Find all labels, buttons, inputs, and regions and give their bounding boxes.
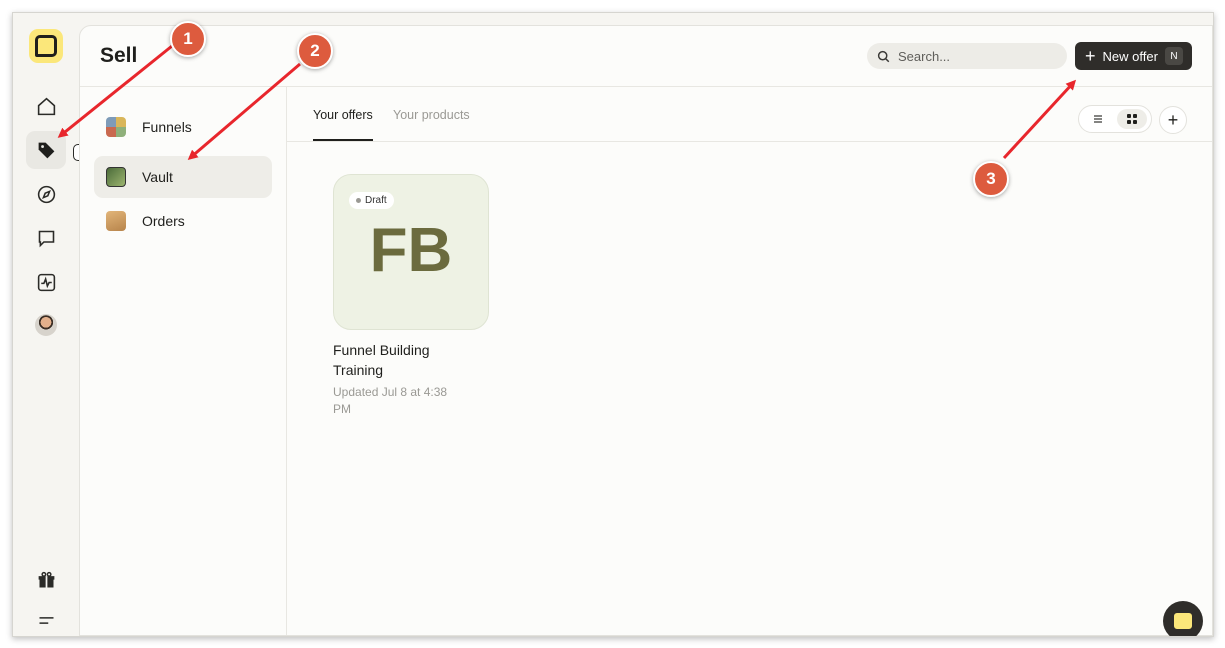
offer-initials: FB (369, 216, 453, 285)
offers-content: Your offers Your products + Draft FB Fun… (286, 86, 1212, 635)
page-title: Sell (100, 44, 138, 67)
messages-button[interactable] (26, 219, 66, 257)
home-button[interactable] (26, 87, 66, 125)
subnav-item-vault[interactable]: Vault (94, 156, 272, 198)
offer-tabs: Your offers Your products + (286, 86, 1212, 142)
app-logo[interactable] (29, 29, 63, 63)
package-icon (106, 211, 126, 231)
app-window: Sell Sell Search... + New offer (12, 12, 1214, 637)
home-icon (37, 97, 55, 115)
avatar[interactable] (35, 314, 57, 336)
tab-your-products[interactable]: Your products (393, 108, 470, 122)
list-view-button[interactable] (1083, 109, 1113, 129)
tab-your-offers[interactable]: Your offers (313, 108, 373, 122)
tag-icon (38, 142, 54, 158)
subnav-label: Funnels (142, 119, 192, 135)
funnels-icon (106, 117, 126, 137)
search-placeholder: Search... (898, 48, 951, 64)
menu-icon (39, 616, 53, 624)
subnav-label: Orders (142, 213, 185, 229)
chat-icon (1172, 611, 1194, 631)
offer-updated: Updated Jul 8 at 4:38 PM (333, 385, 448, 416)
step-marker-2: 2 (297, 33, 333, 69)
status-badge: Draft (349, 192, 394, 209)
left-rail: Sell (13, 13, 104, 636)
offer-thumbnail[interactable]: Draft FB (333, 174, 489, 330)
discover-button[interactable] (26, 175, 66, 213)
new-offer-label: New offer (1102, 48, 1158, 64)
step-marker-1: 1 (170, 21, 206, 57)
offer-card[interactable]: Draft FB Funnel Building Training Update… (333, 174, 493, 418)
activity-icon (37, 273, 55, 291)
chat-icon (38, 230, 54, 247)
menu-button[interactable] (26, 601, 66, 636)
active-tab-indicator (313, 139, 373, 141)
offer-title[interactable]: Funnel Building Training (333, 340, 473, 380)
gift-icon (38, 571, 54, 587)
sell-button[interactable] (26, 131, 66, 169)
search-icon (877, 50, 890, 62)
support-chat-button[interactable] (1163, 601, 1203, 636)
page-header: Sell Search... + New offer N (80, 26, 1212, 87)
search-input[interactable]: Search... (867, 43, 1067, 69)
shortcut-key: N (1165, 47, 1183, 65)
step-marker-3: 3 (973, 161, 1009, 197)
sell-subnav: Funnels Vault Orders (80, 86, 287, 635)
subnav-label: Vault (142, 169, 173, 185)
grid-view-button[interactable] (1117, 109, 1147, 129)
list-icon (1094, 115, 1102, 123)
vault-icon (106, 167, 126, 187)
plus-icon: + (1085, 46, 1096, 66)
grid-icon (1127, 114, 1137, 124)
add-button[interactable]: + (1159, 106, 1187, 134)
analytics-button[interactable] (26, 263, 66, 301)
gift-button[interactable] (26, 561, 66, 599)
view-toggle (1078, 105, 1152, 133)
subnav-item-orders[interactable]: Orders (94, 200, 272, 242)
compass-icon (37, 185, 55, 203)
plus-icon: + (1167, 109, 1179, 130)
logo-mark (35, 35, 57, 57)
main-panel: Sell Search... + New offer N Funnels Vau… (79, 25, 1213, 636)
new-offer-button[interactable]: + New offer N (1075, 42, 1192, 70)
subnav-item-funnels[interactable]: Funnels (94, 106, 272, 148)
